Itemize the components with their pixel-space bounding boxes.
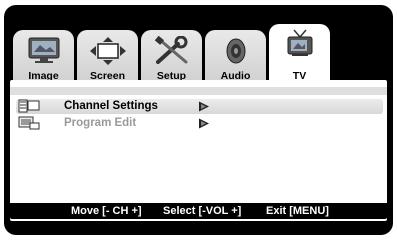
hint-exit: Exit [MENU] <box>266 205 329 217</box>
wrench-screwdriver-icon <box>154 36 187 64</box>
menu-tabs: Image Screen Setup Audio TV <box>13 18 383 86</box>
menu-item-program-edit[interactable]: Program Edit <box>16 116 383 131</box>
channel-list-icon <box>18 99 40 113</box>
submenu-arrow-icon <box>199 118 209 129</box>
tab-screen[interactable]: Screen <box>77 30 138 86</box>
tab-image[interactable]: Image <box>13 30 74 86</box>
osd-menu: Image Screen Setup Audio TV Channel Sett… <box>4 5 393 235</box>
hint-move: Move [- CH +] <box>71 205 142 217</box>
key-hints-bar: Move [- CH +] Select [-VOL +] Exit [MENU… <box>10 203 387 219</box>
menu-panel: Channel Settings Program Edit Move [- CH… <box>10 80 387 221</box>
program-edit-icon <box>18 116 40 130</box>
screen-arrows-icon <box>89 37 126 65</box>
hint-select: Select [-VOL +] <box>163 205 242 217</box>
tv-antenna-icon <box>287 29 312 56</box>
menu-item-label: Channel Settings <box>64 100 158 112</box>
submenu-arrow-icon <box>199 101 209 112</box>
panel-divider <box>10 87 387 95</box>
menu-item-channel-settings[interactable]: Channel Settings <box>16 99 383 114</box>
tab-audio[interactable]: Audio <box>205 30 266 86</box>
menu-item-label: Program Edit <box>64 117 137 129</box>
speaker-icon <box>226 38 245 64</box>
tab-setup[interactable]: Setup <box>141 30 202 86</box>
monitor-icon <box>28 37 59 63</box>
tab-tv[interactable]: TV <box>269 24 330 86</box>
